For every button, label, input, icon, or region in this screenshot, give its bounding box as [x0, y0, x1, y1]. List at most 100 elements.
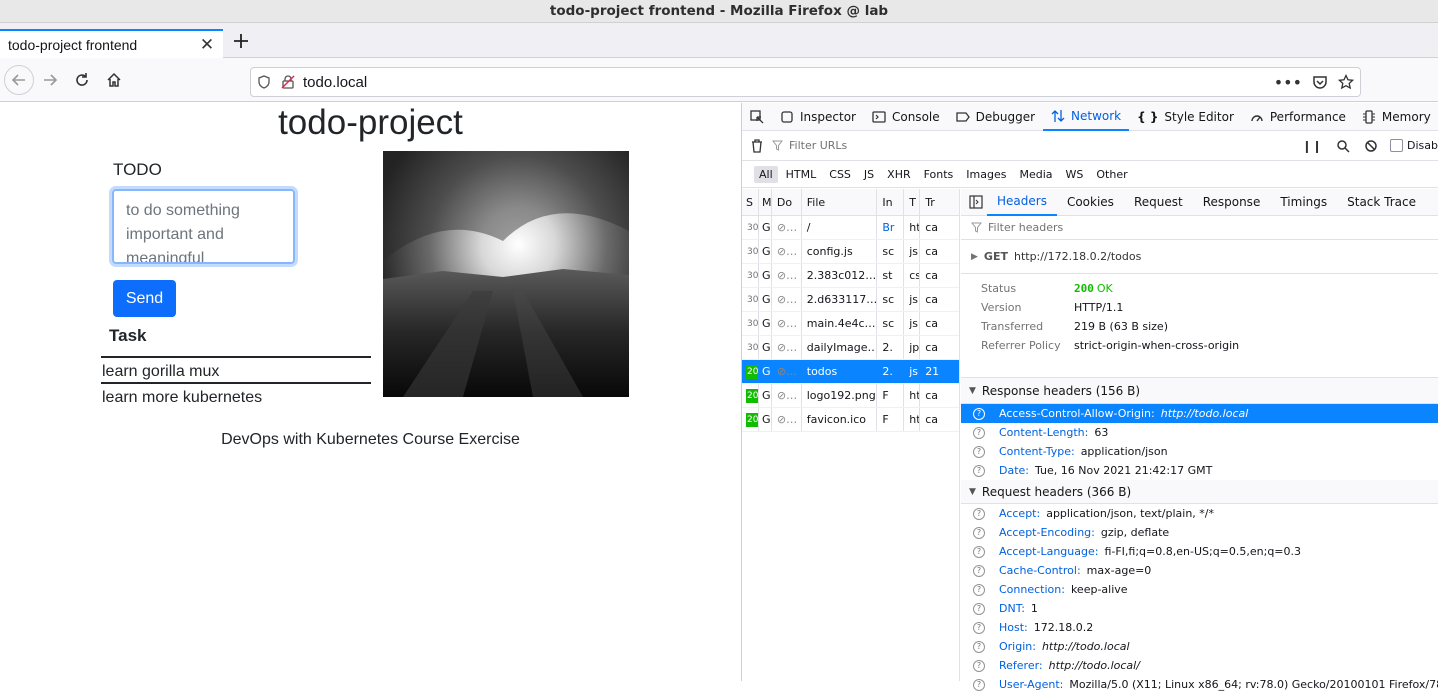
send-button[interactable]: Send [113, 280, 176, 317]
header-row[interactable]: ? Accept: application/json, text/plain, */… [961, 504, 1438, 523]
help-icon[interactable]: ? [973, 621, 985, 634]
filter-html[interactable]: HTML [781, 166, 822, 183]
filter-xhr[interactable]: XHR [882, 166, 915, 183]
response-headers-toggle[interactable]: ▼ Response headers (156 B) [961, 378, 1438, 404]
page-actions-icon[interactable]: ••• [1274, 73, 1302, 92]
url-text[interactable]: todo.local [303, 74, 1274, 91]
help-icon[interactable]: ? [973, 545, 985, 558]
header-row[interactable]: ? Referer: http://todo.local/ [961, 656, 1438, 675]
pocket-icon[interactable] [1312, 74, 1328, 90]
forward-button[interactable] [34, 64, 66, 96]
tab-network[interactable]: Network [1043, 103, 1130, 131]
request-row[interactable]: 30 G ⊘… config.js sc js ca [742, 240, 959, 264]
column-file[interactable]: File [802, 189, 878, 215]
insecure-icon: ⊘… [776, 365, 798, 378]
tab-console[interactable]: Console [864, 103, 948, 131]
help-icon[interactable]: ? [973, 407, 985, 420]
filter-other[interactable]: Other [1091, 166, 1132, 183]
filter-ws[interactable]: WS [1061, 166, 1089, 183]
filter-images[interactable]: Images [961, 166, 1011, 183]
column-transferred[interactable]: Tr [920, 189, 959, 215]
browser-tab[interactable]: todo-project frontend ✕ [0, 29, 223, 58]
filter-headers-placeholder: Filter headers [988, 221, 1064, 234]
request-row[interactable]: 30 G ⊘… main.4e4c… sc js ca [742, 312, 959, 336]
header-row[interactable]: ? User-Agent: Mozilla/5.0 (X11; Linux x86_… [961, 675, 1438, 694]
back-button[interactable] [4, 64, 34, 95]
tab-timings[interactable]: Timings [1270, 189, 1337, 216]
request-row[interactable]: 30 G ⊘… 2.383c012… st cs ca [742, 264, 959, 288]
new-tab-button[interactable] [227, 27, 255, 55]
header-row[interactable]: ? Accept-Encoding: gzip, deflate [961, 523, 1438, 542]
todo-textarea[interactable]: to do something important and meaningful [112, 189, 295, 264]
request-file: todos [802, 360, 878, 383]
help-icon[interactable]: ? [973, 678, 985, 691]
tab-stack-trace[interactable]: Stack Trace [1337, 189, 1426, 216]
request-row[interactable]: 20 G ⊘… todos 2. js 21 [742, 360, 959, 384]
column-initiator[interactable]: In [877, 189, 905, 215]
tab-debugger[interactable]: Debugger [948, 103, 1043, 131]
header-row[interactable]: ? Connection: keep-alive [961, 580, 1438, 599]
help-icon[interactable]: ? [973, 426, 985, 439]
request-row[interactable]: 30 G ⊘… dailyImage… 2. jp ca [742, 336, 959, 360]
header-row[interactable]: ? Accept-Language: fi-FI,fi;q=0.8,en-US;q=… [961, 542, 1438, 561]
toggle-sidebar-icon[interactable] [969, 195, 983, 209]
help-icon[interactable]: ? [973, 464, 985, 477]
request-row[interactable]: 20 G ⊘… logo192.png Fht ca [742, 384, 959, 408]
element-picker-button[interactable] [742, 103, 772, 131]
header-row[interactable]: ? Content-Type: application/json [961, 442, 1438, 461]
trash-icon[interactable] [750, 138, 764, 153]
bookmark-star-icon[interactable] [1338, 74, 1354, 90]
filter-media[interactable]: Media [1014, 166, 1057, 183]
header-row[interactable]: ? Date: Tue, 16 Nov 2021 21:42:17 GMT [961, 461, 1438, 480]
request-row[interactable]: 30 G ⊘… / Br ht ca [742, 216, 959, 240]
home-button[interactable] [98, 64, 130, 96]
insecure-lock-icon[interactable] [281, 75, 295, 89]
header-row[interactable]: ? Cache-Control: max-age=0 [961, 561, 1438, 580]
tab-cookies[interactable]: Cookies [1057, 189, 1124, 216]
tab-response[interactable]: Response [1193, 189, 1271, 216]
search-icon[interactable] [1336, 139, 1350, 153]
column-type[interactable]: T [904, 189, 921, 215]
column-status[interactable]: S [742, 189, 759, 215]
header-row[interactable]: ? Access-Control-Allow-Origin: http://todo… [961, 404, 1438, 423]
column-domain[interactable]: Do [772, 189, 802, 215]
filter-all[interactable]: All [754, 165, 778, 183]
tab-close-icon[interactable]: ✕ [199, 35, 215, 55]
header-row[interactable]: ? Content-Length: 63 [961, 423, 1438, 442]
header-row[interactable]: ? DNT: 1 [961, 599, 1438, 618]
help-icon[interactable]: ? [973, 583, 985, 596]
help-icon[interactable]: ? [973, 526, 985, 539]
reload-button[interactable] [66, 64, 98, 96]
header-row[interactable]: ? Origin: http://todo.local [961, 637, 1438, 656]
help-icon[interactable]: ? [973, 507, 985, 520]
back-arrow-icon [11, 73, 25, 86]
help-icon[interactable]: ? [973, 564, 985, 577]
tab-request[interactable]: Request [1124, 189, 1193, 216]
request-row[interactable]: 30 G ⊘… 2.d633117… sc js ca [742, 288, 959, 312]
tab-memory[interactable]: Memory [1354, 103, 1438, 131]
block-icon[interactable] [1364, 139, 1378, 153]
request-headers-toggle[interactable]: ▼ Request headers (366 B) [961, 480, 1438, 504]
request-url-line[interactable]: ▶ GET http://172.18.0.2/todos [961, 240, 1438, 274]
filter-fonts[interactable]: Fonts [919, 166, 959, 183]
expand-arrow-icon[interactable]: ▶ [971, 252, 978, 262]
filter-css[interactable]: CSS [824, 166, 856, 183]
column-method[interactable]: M [759, 189, 772, 215]
help-icon[interactable]: ? [973, 445, 985, 458]
tab-inspector[interactable]: Inspector [772, 103, 864, 131]
filter-headers-input[interactable]: Filter headers [961, 216, 1438, 240]
tab-performance[interactable]: Performance [1242, 103, 1354, 131]
help-icon[interactable]: ? [973, 640, 985, 653]
header-row[interactable]: ? Host: 172.18.0.2 [961, 618, 1438, 637]
pause-icon[interactable]: ❙❙ [1302, 139, 1322, 153]
request-row[interactable]: 20 G ⊘… favicon.ico Fht ca [742, 408, 959, 432]
filter-js[interactable]: JS [859, 166, 879, 183]
tab-headers[interactable]: Headers [987, 189, 1057, 216]
url-bar[interactable]: todo.local ••• [250, 67, 1361, 97]
disable-cache-checkbox[interactable]: Disab [1390, 139, 1438, 152]
help-icon[interactable]: ? [973, 602, 985, 615]
help-icon[interactable]: ? [973, 659, 985, 672]
filter-urls-input[interactable]: Filter URLs [772, 139, 1302, 152]
tab-style-editor[interactable]: { } Style Editor [1129, 103, 1242, 131]
shield-icon[interactable] [257, 75, 271, 89]
